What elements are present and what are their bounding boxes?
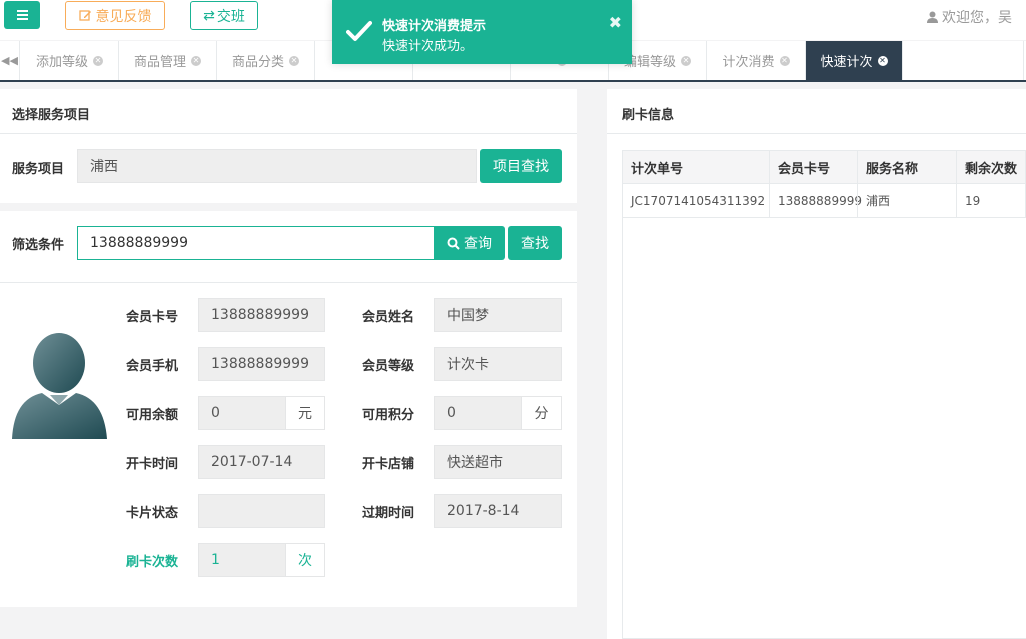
open-store-label: 开卡店铺 <box>362 457 415 472</box>
menu-icon <box>16 10 28 12</box>
expire-field: 2017-8-14 <box>434 494 562 528</box>
name-label: 会员姓名 <box>362 310 415 325</box>
menu-icon-line <box>16 18 28 20</box>
divider <box>0 282 577 283</box>
shift-handover-button[interactable]: ⇄ 交班 <box>190 1 258 30</box>
tab-label: 商品分类 <box>231 55 284 70</box>
swipe-count-label: 刷卡次数 <box>126 555 179 570</box>
tab-quick-count[interactable]: 快速计次 ✕ <box>806 41 903 80</box>
phone-label: 会员手机 <box>126 359 179 374</box>
close-tab-icon[interactable]: ✕ <box>93 55 103 66</box>
divider <box>0 133 577 134</box>
table-cell[interactable]: 13888889999 <box>769 183 862 218</box>
column-header[interactable]: 会员卡号 <box>769 150 858 184</box>
edit-icon <box>78 10 91 21</box>
service-panel: 选择服务项目 服务项目 浦西 项目查找 <box>0 89 577 203</box>
tab-scroll-left-icon[interactable]: ◀◀ <box>0 41 20 80</box>
find-button[interactable]: 查找 <box>508 226 562 260</box>
points-unit: 分 <box>521 396 562 430</box>
filter-label: 筛选条件 <box>12 238 65 253</box>
level-field: 计次卡 <box>434 347 562 381</box>
card-no-field: 13888889999 <box>198 298 325 332</box>
column-header[interactable]: 剩余次数 <box>956 150 1026 184</box>
project-search-button[interactable]: 项目查找 <box>480 149 562 183</box>
open-time-field: 2017-07-14 <box>198 445 325 479</box>
menu-toggle-button[interactable] <box>4 1 40 29</box>
toast-title: 快速计次消费提示 <box>382 19 487 34</box>
welcome-text: 欢迎您，吴 <box>942 10 1012 26</box>
close-tab-icon[interactable]: ✕ <box>779 55 790 66</box>
toast-message: 快速计次成功。 <box>382 39 474 54</box>
success-toast: 快速计次消费提示 快速计次成功。 ✖ <box>332 0 632 64</box>
level-label: 会员等级 <box>362 359 415 374</box>
feedback-label: 意见反馈 <box>95 8 152 25</box>
service-panel-title: 选择服务项目 <box>12 108 91 123</box>
tab-product-management[interactable]: 商品管理 ✕ <box>119 41 217 80</box>
exchange-icon: ⇄ <box>203 7 215 24</box>
service-input[interactable]: 浦西 <box>77 149 477 183</box>
balance-label: 可用余额 <box>126 408 179 423</box>
tab-add-level[interactable]: 添加等级 ✕ <box>21 41 119 80</box>
open-store-field: 快送超市 <box>434 445 562 479</box>
open-time-label: 开卡时间 <box>126 457 179 472</box>
avatar-icon <box>12 333 107 439</box>
member-panel: 筛选条件 13888889999 查询 查找 会员卡号 13888889999 … <box>0 211 577 607</box>
expire-label: 过期时间 <box>362 506 415 521</box>
card-info-panel: 刷卡信息 计次单号 会员卡号 服务名称 剩余次数 JC1707141054311… <box>607 89 1026 639</box>
tab-product-category[interactable]: 商品分类 ✕ <box>217 41 315 80</box>
menu-icon-line <box>16 14 28 16</box>
filter-input[interactable]: 13888889999 <box>77 226 435 260</box>
swipe-count-field[interactable]: 1 <box>198 543 286 577</box>
status-label: 卡片状态 <box>126 506 179 521</box>
feedback-button[interactable]: 意见反馈 <box>65 1 165 30</box>
points-field: 0 <box>434 396 522 430</box>
user-icon <box>927 11 938 23</box>
tab-count-consumption[interactable]: 计次消费 ✕ <box>707 41 806 80</box>
card-info-title: 刷卡信息 <box>622 108 675 123</box>
column-header[interactable]: 计次单号 <box>622 150 770 184</box>
column-header[interactable]: 服务名称 <box>857 150 957 184</box>
phone-field: 13888889999 <box>198 347 325 381</box>
balance-field: 0 <box>198 396 286 430</box>
close-tab-icon[interactable]: ✕ <box>191 55 201 66</box>
balance-unit: 元 <box>285 396 325 430</box>
toast-close-icon[interactable]: ✖ <box>609 13 622 32</box>
table-cell[interactable]: 浦西 <box>857 183 957 218</box>
query-label: 查询 <box>464 236 492 252</box>
card-info-table: 计次单号 会员卡号 服务名称 剩余次数 JC1707141054311392 1… <box>622 150 1026 639</box>
table-cell[interactable]: JC1707141054311392 <box>622 183 770 218</box>
tab-label: 添加等级 <box>35 55 88 70</box>
tab-label: 计次消费 <box>722 55 775 70</box>
points-label: 可用积分 <box>362 408 415 423</box>
table-cell[interactable]: 19 <box>956 183 1026 218</box>
service-label: 服务项目 <box>12 162 65 177</box>
swipe-count-unit: 次 <box>285 543 325 577</box>
close-tab-icon[interactable]: ✕ <box>289 55 299 66</box>
shift-label: 交班 <box>216 8 245 25</box>
query-button[interactable]: 查询 <box>434 226 505 260</box>
close-tab-icon[interactable]: ✕ <box>877 55 888 66</box>
check-icon <box>346 21 372 41</box>
card-no-label: 会员卡号 <box>126 310 179 325</box>
close-tab-icon[interactable]: ✕ <box>681 55 691 66</box>
status-field <box>198 494 325 528</box>
tab-label: 快速计次 <box>820 55 873 70</box>
search-icon <box>447 237 460 250</box>
name-field: 中国梦 <box>434 298 562 332</box>
tab-label: 商品管理 <box>133 55 186 70</box>
divider <box>607 133 1026 134</box>
user-welcome[interactable]: 欢迎您，吴 <box>927 7 1012 27</box>
